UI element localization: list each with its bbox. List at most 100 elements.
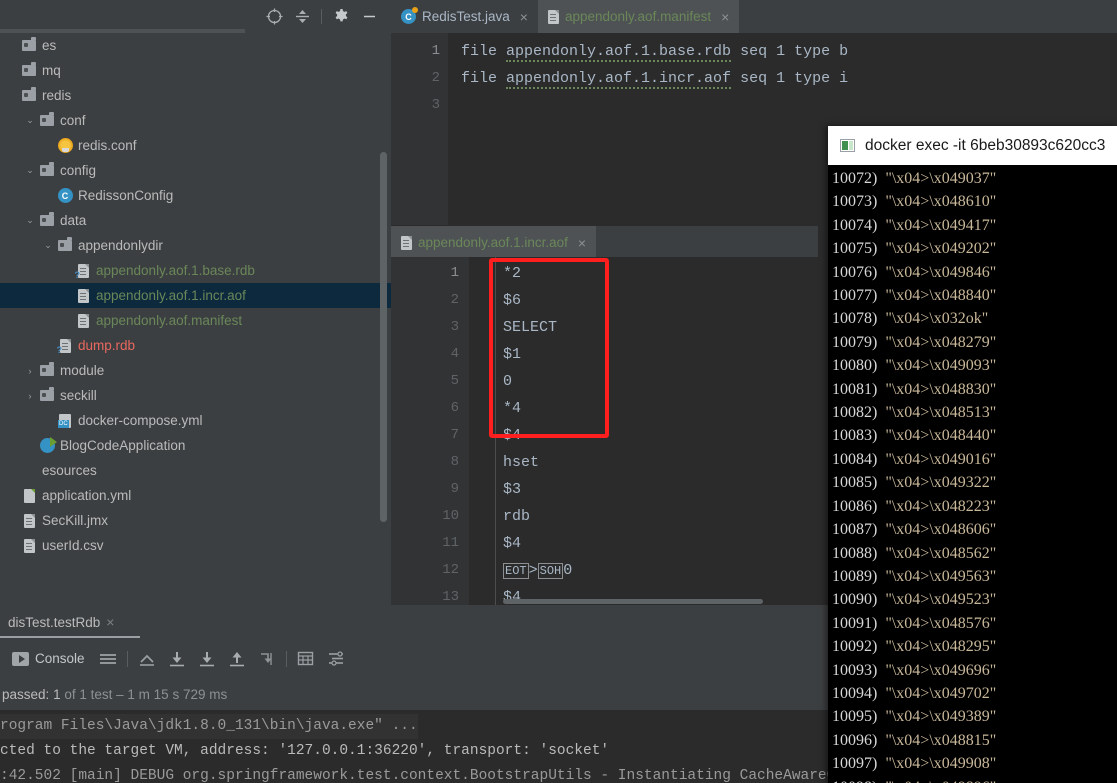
- tree-item-esources[interactable]: esources: [0, 458, 391, 483]
- chevron-down-icon[interactable]: ⌄: [40, 240, 56, 251]
- tree-item-label: mq: [42, 63, 61, 78]
- tree-item-label: appendonly.aof.1.base.rdb: [96, 263, 255, 278]
- code-line[interactable]: $6: [503, 287, 572, 314]
- aof-horizontal-scrollbar[interactable]: [503, 599, 763, 604]
- tree-item-es[interactable]: es: [0, 33, 391, 58]
- run-tool-window: disTest.testRdb × Console passed: 1 of 1…: [0, 605, 828, 783]
- tree-item-appendonlydir[interactable]: ⌄ appendonlydir: [0, 233, 391, 258]
- wrap-text-icon[interactable]: [93, 638, 123, 679]
- code-line[interactable]: $1: [503, 341, 572, 368]
- locate-icon[interactable]: [260, 4, 288, 30]
- chevron-down-icon[interactable]: ⌄: [22, 215, 38, 226]
- test-of-text: of 1 test: [64, 687, 113, 702]
- console-button[interactable]: Console: [4, 638, 93, 679]
- tree-item-appendonly-aof-1-incr-aof[interactable]: appendonly.aof.1.incr.aof: [0, 283, 391, 308]
- project-tree[interactable]: es mq redis ⌄ conf redis.conf ⌄ config C Redisson…: [0, 33, 391, 605]
- chevron-right-icon[interactable]: ›: [22, 366, 38, 376]
- terminal-line: 10089) "\x04>\x049563": [832, 567, 997, 585]
- terminal-line: 10079) "\x04>\x048279": [832, 333, 997, 351]
- code-line[interactable]: 0: [503, 368, 572, 395]
- minimize-icon[interactable]: [355, 4, 383, 30]
- settings-lines-icon[interactable]: [321, 638, 351, 679]
- step-over-icon[interactable]: [222, 638, 252, 679]
- step-into-icon[interactable]: [162, 638, 192, 679]
- text-file-icon: [547, 9, 559, 24]
- test-status-prefix: passed:: [2, 687, 50, 702]
- control-char-eot: EOT: [503, 563, 529, 579]
- line-number: 8: [450, 454, 459, 470]
- console-output[interactable]: rogram Files\Java\jdk1.8.0_131\bin\java.…: [0, 710, 828, 783]
- tree-item-redis-conf[interactable]: redis.conf: [0, 133, 391, 158]
- tree-item-conf[interactable]: ⌄ conf: [0, 108, 391, 133]
- tree-item-appendonly-aof-manifest[interactable]: appendonly.aof.manifest: [0, 308, 391, 333]
- tree-item-userid-csv[interactable]: userId.csv: [0, 533, 391, 558]
- tree-item-appendonly-aof-1-base-rdb[interactable]: ? appendonly.aof.1.base.rdb: [0, 258, 391, 283]
- collapse-all-icon[interactable]: [288, 4, 316, 30]
- code-line[interactable]: $4: [503, 530, 572, 557]
- close-icon[interactable]: ×: [721, 9, 729, 25]
- tree-item-module[interactable]: › module: [0, 358, 391, 383]
- aof-editor-split: appendonly.aof.1.incr.aof × 1 2 3 4 5 6 7 8 9 10 1…: [391, 225, 818, 606]
- tree-item-mq[interactable]: mq: [0, 58, 391, 83]
- tree-item-config[interactable]: ⌄ config: [0, 158, 391, 183]
- tree-item-redissonconfig[interactable]: C RedissonConfig: [0, 183, 391, 208]
- terminal-window-icon: [840, 139, 855, 152]
- docker-compose-icon: DC: [58, 413, 71, 428]
- tree-item-application-yml[interactable]: application.yml: [0, 483, 391, 508]
- code-line[interactable]: rdb: [503, 503, 572, 530]
- project-tree-scrollbar[interactable]: [380, 152, 387, 522]
- code-line[interactable]: *4: [503, 395, 572, 422]
- close-icon[interactable]: ×: [106, 614, 114, 630]
- terminal-line: 10076) "\x04>\x049846": [832, 263, 997, 281]
- code-line[interactable]: $3: [503, 476, 572, 503]
- chevron-down-icon[interactable]: ⌄: [22, 115, 38, 126]
- tree-item-seckill-jmx[interactable]: SecKill.jmx: [0, 508, 391, 533]
- code-line[interactable]: EOT > SOH 0: [503, 557, 572, 584]
- tab-label: appendonly.aof.1.incr.aof: [418, 235, 568, 250]
- tab-appendonly-manifest[interactable]: appendonly.aof.manifest ×: [537, 0, 740, 33]
- chevron-down-icon[interactable]: ⌄: [22, 165, 38, 176]
- code-line[interactable]: $4: [503, 422, 572, 449]
- code-text[interactable]: file appendonly.aof.1.base.rdb seq 1 typ…: [461, 38, 848, 119]
- evaluate-expression-icon[interactable]: [291, 638, 321, 679]
- code-line[interactable]: file appendonly.aof.1.base.rdb seq 1 typ…: [461, 38, 848, 65]
- terminal-title-bar[interactable]: docker exec -it 6beb30893c620cc3: [828, 126, 1117, 165]
- tree-item-blogcodeapplication[interactable]: BlogCodeApplication: [0, 433, 391, 458]
- settings-gear-icon[interactable]: [327, 4, 355, 30]
- folder-icon: [40, 362, 54, 376]
- tree-item-seckill[interactable]: › seckill: [0, 383, 391, 408]
- code-line[interactable]: *2: [503, 260, 572, 287]
- force-step-into-icon[interactable]: [192, 638, 222, 679]
- close-icon[interactable]: ×: [520, 9, 528, 25]
- step-out-icon[interactable]: [132, 638, 162, 679]
- code-line[interactable]: [461, 92, 848, 119]
- close-icon[interactable]: ×: [578, 235, 586, 251]
- aof-code-text[interactable]: *2 $6 SELECT $1 0 *4 $4 hset $3 rdb $4 EOT > SOH 0 $4: [503, 260, 572, 606]
- terminal-line: 10086) "\x04>\x048223": [832, 497, 997, 515]
- code-line[interactable]: SELECT: [503, 314, 572, 341]
- terminal-line: 10074) "\x04>\x049417": [832, 216, 997, 234]
- toolbar-separator: [321, 9, 322, 24]
- project-tool-window: es mq redis ⌄ conf redis.conf ⌄ config C Redisson…: [0, 0, 391, 605]
- run-to-cursor-icon[interactable]: [252, 638, 282, 679]
- unknown-file-icon: ?: [57, 338, 71, 354]
- toolbar-separator: [285, 650, 287, 667]
- tab-redistest-java[interactable]: C RedisTest.java ×: [391, 0, 538, 33]
- code-line[interactable]: hset: [503, 449, 572, 476]
- tab-appendonly-incr-aof[interactable]: appendonly.aof.1.incr.aof ×: [391, 226, 597, 259]
- code-line[interactable]: file appendonly.aof.1.incr.aof seq 1 typ…: [461, 65, 848, 92]
- aof-code-view[interactable]: 1 2 3 4 5 6 7 8 9 10 11 12 13 *2 $6 SELECT $1 0 *4 $4 hset $…: [391, 257, 818, 606]
- terminal-line: 10072) "\x04>\x049037": [832, 170, 997, 187]
- tree-item-dump-rdb[interactable]: ? dump.rdb: [0, 333, 391, 358]
- chevron-right-icon[interactable]: ›: [22, 391, 38, 401]
- run-tab-label: disTest.testRdb: [8, 614, 101, 630]
- test-dash: –: [116, 687, 124, 702]
- run-tab-redistest-testrdb[interactable]: disTest.testRdb ×: [0, 608, 122, 636]
- terminal-line: 10078) "\x04>\x032ok": [832, 310, 989, 328]
- tree-item-docker-compose-yml[interactable]: DC docker-compose.yml: [0, 408, 391, 433]
- terminal-output[interactable]: 10072) "\x04>\x049037" 10073) "\x04>\x048…: [828, 165, 1117, 783]
- tree-item-redis[interactable]: redis: [0, 83, 391, 108]
- tree-item-label: module: [60, 363, 105, 378]
- terminal-line: 10083) "\x04>\x048440": [832, 427, 997, 445]
- tree-item-data[interactable]: ⌄ data: [0, 208, 391, 233]
